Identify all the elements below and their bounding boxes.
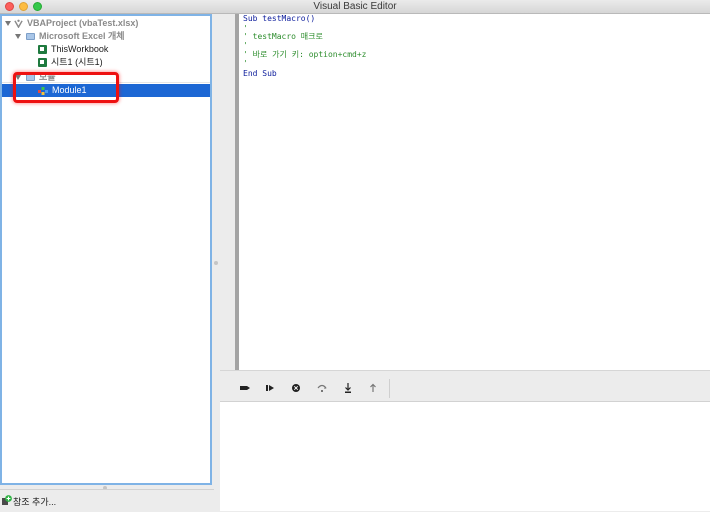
breakpoint-icon[interactable]	[237, 380, 253, 396]
tree-item-label: 시트1 (시트1)	[51, 57, 103, 67]
code-margin	[220, 14, 234, 370]
tree-item-label: Microsoft Excel 개체	[39, 31, 125, 41]
toolbar-separator	[389, 379, 390, 398]
add-reference-icon[interactable]	[2, 495, 12, 505]
add-reference-button[interactable]: 참조 추가...	[13, 495, 56, 508]
code-line: '	[243, 59, 248, 68]
disclosure-triangle-icon[interactable]	[5, 21, 11, 26]
code-editor[interactable]: Sub testMacro() ' ' testMacro 매크로 ' ' 바로…	[239, 14, 710, 370]
excel-sheet-icon	[38, 58, 47, 67]
window-title: Visual Basic Editor	[313, 1, 397, 12]
tree-item-label: VBAProject (vbaTest.xlsx)	[27, 18, 139, 28]
step-out-icon[interactable]	[365, 380, 381, 396]
immediate-window[interactable]	[220, 402, 710, 511]
tree-item-thisworkbook[interactable]: ThisWorkbook	[2, 43, 210, 56]
excel-file-icon	[38, 45, 47, 54]
title-bar: Visual Basic Editor	[0, 0, 710, 14]
tree-item-vbaproject[interactable]: VBAProject (vbaTest.xlsx)	[2, 17, 210, 30]
step-over-icon[interactable]	[314, 380, 330, 396]
folder-icon	[26, 33, 35, 40]
code-line: End Sub	[243, 69, 277, 78]
tree-item-label: ThisWorkbook	[51, 44, 109, 54]
tree-item-excel-objects[interactable]: Microsoft Excel 개체	[2, 30, 210, 43]
code-line: ' 바로 가기 키: option+cmd+z	[243, 50, 367, 59]
stop-icon[interactable]	[288, 380, 304, 396]
tree-item-sheet1[interactable]: 시트1 (시트1)	[2, 56, 210, 69]
continue-icon[interactable]	[262, 380, 278, 396]
vba-project-icon	[14, 19, 23, 28]
step-into-icon[interactable]	[340, 380, 356, 396]
project-bottom-bar: 참조 추가...	[0, 489, 214, 512]
disclosure-triangle-icon[interactable]	[15, 34, 21, 39]
vertical-splitter-grip[interactable]	[214, 261, 218, 265]
code-line: ' testMacro 매크로	[243, 32, 323, 41]
code-line: Sub testMacro()	[243, 14, 316, 23]
debug-toolbar	[220, 376, 710, 402]
annotation-highlight-box	[13, 72, 119, 103]
